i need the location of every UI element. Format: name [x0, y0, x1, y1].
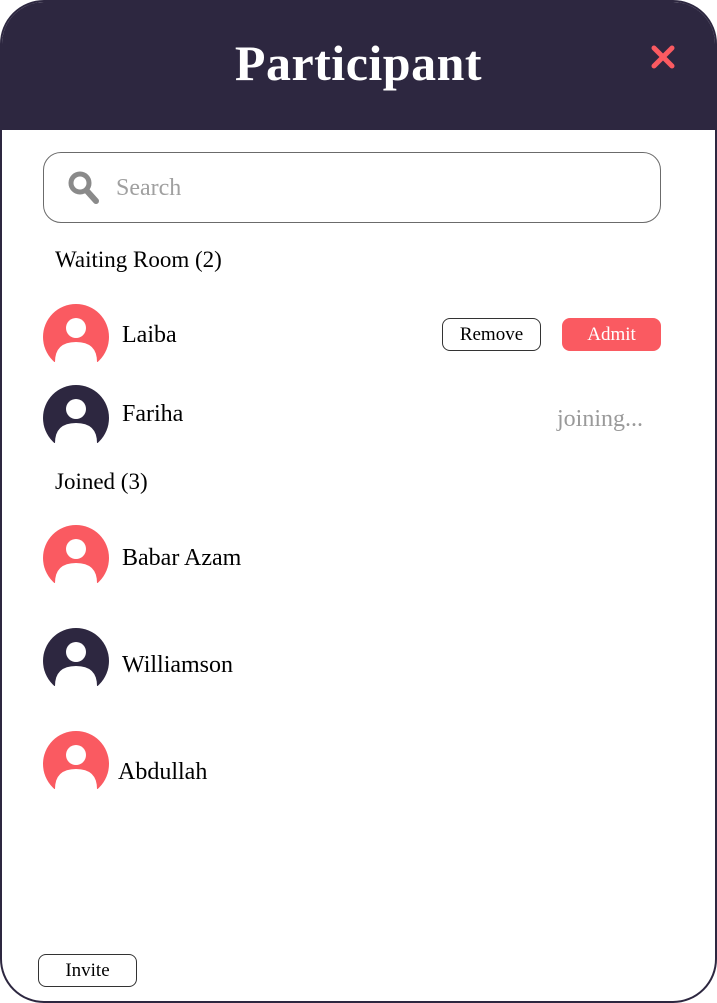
remove-button[interactable]: Remove [442, 318, 541, 351]
joining-status: joining... [557, 406, 644, 432]
participant-name: Fariha [122, 401, 184, 427]
avatar-icon [43, 731, 109, 789]
avatar-icon [43, 304, 109, 362]
search-input[interactable] [116, 167, 636, 209]
avatar-icon [43, 628, 109, 686]
invite-button[interactable]: Invite [38, 954, 137, 987]
avatar-icon [43, 525, 109, 583]
participant-name: Williamson [122, 652, 234, 678]
close-icon[interactable] [650, 44, 676, 70]
joined-title: Joined (3) [55, 469, 148, 494]
waiting-room-title: Waiting Room (2) [55, 247, 222, 272]
participant-panel: Participant Waiting Room (2) [0, 0, 717, 1003]
search-icon [68, 171, 100, 205]
panel-title: Participant [234, 35, 483, 91]
search-box[interactable] [43, 152, 661, 223]
participant-name: Abdullah [118, 759, 208, 785]
avatar-icon [43, 385, 109, 443]
participant-name: Laiba [122, 322, 177, 348]
participant-name: Babar Azam [122, 545, 242, 571]
admit-button[interactable]: Admit [562, 318, 661, 351]
panel-header: Participant [2, 2, 715, 130]
